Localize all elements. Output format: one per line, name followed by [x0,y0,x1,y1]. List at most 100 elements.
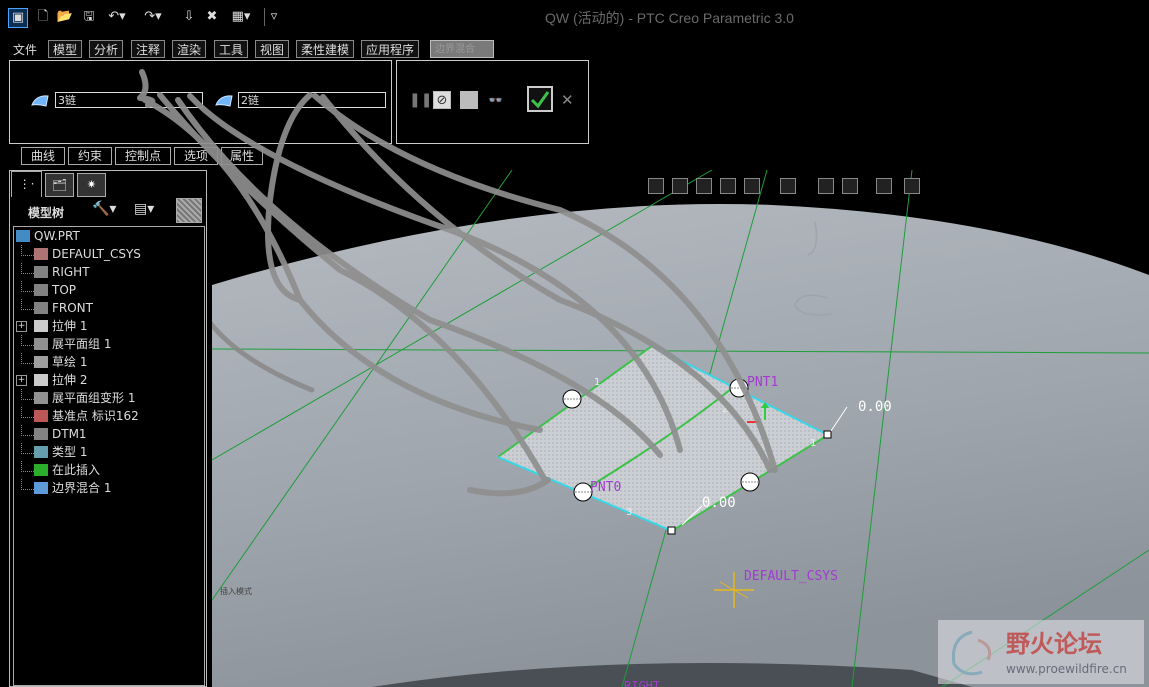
tab-boundary-blend[interactable]: 边界混合 [430,40,494,58]
repaint-icon[interactable] [720,178,736,194]
graphics-viewport[interactable]: PNT1 PNT0 0.00 0.00 DEFAULT_CSYS 插入模式 RI… [212,170,1149,687]
view-manager-icon[interactable] [818,178,834,194]
flatten-deform-icon [34,392,48,404]
tree-item[interactable]: FRONT [14,299,202,317]
tree-item[interactable]: DEFAULT_CSYS [14,245,202,263]
tree-item[interactable]: 展平面组变形 1 [14,389,202,407]
part-icon [16,230,30,242]
tab-constraints[interactable]: 约束 [68,147,112,165]
menu-flexible-modeling[interactable]: 柔性建模 [296,40,355,58]
menu-file[interactable]: 文件 [8,40,42,58]
tree-settings-icon[interactable]: 🔨▾ [92,201,116,217]
tree-connector [21,443,34,454]
window-title: QW (活动的) - PTC Creo Parametric 3.0 [545,10,794,26]
zoom-in-icon[interactable] [672,178,688,194]
tree-item[interactable]: 展平面组 1 [14,335,202,353]
apply-check-icon[interactable] [527,86,553,112]
redo-icon[interactable]: ↷▾ [140,8,166,26]
new-icon[interactable]: 🗋 [34,8,52,26]
tree-item-label: FRONT [52,301,93,315]
zoom-out-icon[interactable] [696,178,712,194]
tab-control-points[interactable]: 控制点 [115,147,171,165]
display-style-icon[interactable] [744,178,760,194]
menu-analysis[interactable]: 分析 [89,40,124,58]
expand-icon[interactable]: + [16,375,27,386]
insert-here-icon [34,464,48,476]
close-window-icon[interactable]: ✖ [203,8,221,26]
tree-connector [21,263,34,274]
second-direction-collector[interactable]: 2链 [238,92,386,108]
tree-connector [21,353,34,364]
datum-display-icon[interactable] [842,178,858,194]
windows-icon[interactable]: ▦▾ [226,8,256,26]
tree-item[interactable]: 基准点 标识162 [14,407,202,425]
tab-curves[interactable]: 曲线 [21,147,65,165]
tree-connector [21,245,34,256]
annotation-display-icon[interactable] [876,178,892,194]
tree-item-label: 展平面组 1 [52,337,112,351]
model-scene [212,170,1149,687]
favorites-tab-icon[interactable]: ✷ [77,173,106,197]
zoom-fit-icon[interactable] [648,178,664,194]
tree-connector [21,425,34,436]
tree-connector [21,299,34,310]
dimension-bottom[interactable]: 0.00 [702,495,736,511]
tree-item[interactable]: + 拉伸 2 [14,371,202,389]
tree-filter-icon[interactable] [176,198,202,223]
tree-item-label: 类型 1 [52,445,88,459]
tree-item[interactable]: DTM1 [14,425,202,443]
pnt1-label: PNT1 [747,375,779,390]
csys-icon [34,248,48,260]
undo-icon[interactable]: ↶▾ [104,8,130,26]
tree-item-label: TOP [52,283,77,297]
dimension-right[interactable]: 0.00 [858,399,892,415]
tree-columns-icon[interactable]: ▤▾ [134,201,154,217]
regenerate-icon[interactable]: ⇩ [180,8,198,26]
save-icon[interactable]: 🖫 [80,8,98,26]
pause-icon[interactable]: ❚❚ [409,92,432,108]
menu-tools[interactable]: 工具 [214,40,249,58]
tree-item[interactable]: 边界混合 1 [14,479,202,497]
open-icon[interactable]: 📂 [56,8,74,26]
saved-views-icon[interactable] [780,178,796,194]
app-icon[interactable]: ▣ [8,8,28,28]
tree-connector [21,479,34,490]
expand-icon[interactable]: + [16,321,27,332]
tree-item-label: 拉伸 1 [52,319,88,333]
watermark-title: 野火论坛 [1006,630,1102,658]
menu-annotate[interactable]: 注释 [131,40,166,58]
model-tree-tab-icon[interactable]: ⋮· [11,171,42,197]
type-icon [34,446,48,458]
folder-browser-tab-icon[interactable]: 🗂 [45,173,74,197]
view-toolbar [646,176,926,198]
tree-item[interactable]: + 拉伸 1 [14,317,202,335]
tab-options[interactable]: 选项 [174,147,218,165]
glasses-icon[interactable]: 👓 [488,91,510,109]
tree-item[interactable]: 类型 1 [14,443,202,461]
no-preview-icon[interactable]: ⊘ [433,91,451,109]
tree-item-label: QW.PRT [34,229,80,243]
tree-item[interactable]: 草绘 1 [14,353,202,371]
tab-properties[interactable]: 属性 [221,147,263,165]
menu-view[interactable]: 视图 [255,40,290,58]
verify-preview-icon[interactable] [460,91,478,109]
first-direction-collector[interactable]: 3链 [55,92,203,108]
menu-bar: 文件 模型 分析 注释 渲染 工具 视图 柔性建模 应用程序 边界混合 [8,40,508,60]
tree-item[interactable]: TOP [14,281,202,299]
edge-number: 1 [810,438,817,449]
customize-icon[interactable]: ▿ [264,8,283,26]
tree-item[interactable]: 在此插入 [14,461,202,479]
menu-model[interactable]: 模型 [48,40,83,58]
cancel-x-icon[interactable]: ✕ [561,91,575,109]
tree-item[interactable]: RIGHT [14,263,202,281]
datum-point-icon [34,410,48,422]
tree-item[interactable]: QW.PRT [14,227,202,245]
datum-plane-icon [34,428,48,440]
spin-center-icon[interactable] [904,178,920,194]
menu-applications[interactable]: 应用程序 [361,40,420,58]
tree-connector [21,335,34,346]
tree-connector [21,281,34,292]
edge-number: 1 [594,377,601,388]
watermark-url: www.proewildfire.cn [1006,662,1127,676]
menu-render[interactable]: 渲染 [172,40,207,58]
